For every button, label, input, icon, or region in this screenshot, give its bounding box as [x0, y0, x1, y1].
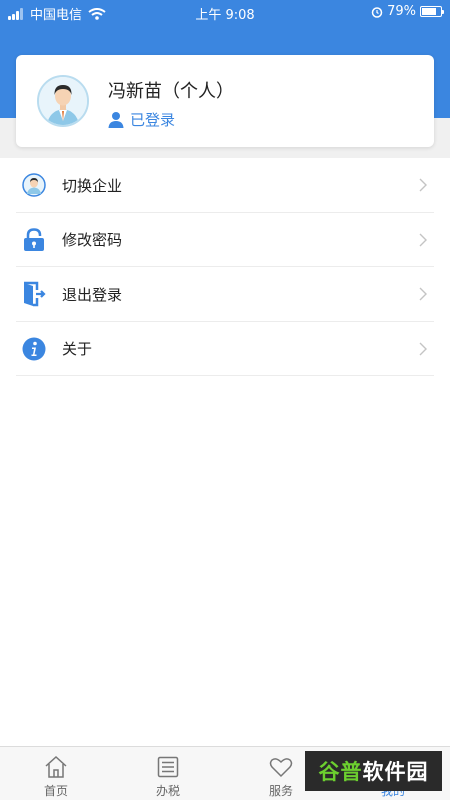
- alarm-icon: [371, 6, 383, 18]
- menu-item-logout[interactable]: 退出登录: [0, 267, 450, 322]
- tab-label: 首页: [43, 784, 68, 798]
- tab-home[interactable]: 首页: [0, 747, 112, 800]
- user-name: 冯新苗（个人）: [108, 81, 234, 102]
- list-icon: [157, 756, 179, 778]
- status-right: 79%: [371, 4, 444, 19]
- heart-icon: [269, 758, 293, 778]
- tab-tax[interactable]: 办税: [112, 747, 224, 800]
- menu-label: 切换企业: [62, 176, 123, 195]
- watermark-logo: 谷普 软件园: [305, 751, 442, 791]
- divider: [16, 375, 434, 376]
- settings-menu: 切换企业 修改密码 退出登录 关于: [0, 158, 450, 376]
- menu-item-about[interactable]: 关于: [0, 322, 450, 376]
- watermark-text-b: 软件园: [362, 760, 429, 784]
- profile-card[interactable]: 冯新苗（个人） 已登录: [16, 55, 434, 147]
- login-status: 已登录: [108, 109, 175, 130]
- status-bar: 中国电信 上午 9:08 79%: [0, 0, 450, 24]
- chevron-right-icon: [419, 178, 427, 192]
- switch-company-icon: [22, 173, 46, 197]
- chevron-right-icon: [419, 287, 427, 301]
- login-status-label: 已登录: [130, 111, 176, 129]
- menu-label: 修改密码: [62, 231, 123, 250]
- chevron-right-icon: [419, 342, 427, 356]
- chevron-right-icon: [419, 233, 427, 247]
- menu-item-switch-company[interactable]: 切换企业: [0, 158, 450, 213]
- battery-icon: [420, 6, 444, 17]
- lock-icon: [22, 227, 46, 252]
- battery-percent: 79%: [387, 4, 416, 19]
- person-icon: [108, 112, 124, 128]
- user-avatar-icon[interactable]: [37, 75, 89, 127]
- menu-label: 退出登录: [62, 285, 123, 304]
- home-icon: [45, 755, 67, 778]
- logout-door-icon: [22, 282, 46, 307]
- watermark-text-a: 谷普: [318, 760, 363, 784]
- tab-label: 办税: [155, 784, 180, 798]
- menu-label: 关于: [62, 340, 93, 359]
- info-icon: [22, 337, 46, 361]
- menu-item-change-password[interactable]: 修改密码: [0, 213, 450, 267]
